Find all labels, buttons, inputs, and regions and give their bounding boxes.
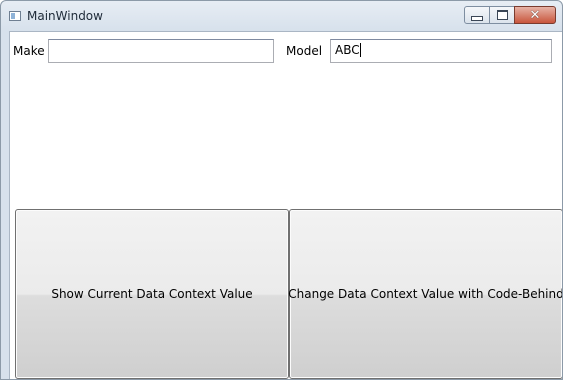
client-area: Make Model ABC Show Current Data Context… [9,31,563,379]
model-field[interactable]: ABC [330,39,552,63]
main-window: MainWindow ✕ Make Model ABC Show Current… [0,0,563,380]
show-current-value-label: Show Current Data Context Value [51,287,253,301]
minimize-icon [471,15,483,21]
close-icon: ✕ [529,7,541,23]
model-label: Model [286,44,323,58]
show-current-value-button[interactable]: Show Current Data Context Value [15,209,289,379]
close-button[interactable]: ✕ [514,6,556,24]
make-label: Make [13,44,45,58]
title-bar[interactable]: MainWindow ✕ [1,1,562,31]
window-app-icon[interactable] [9,11,21,21]
change-value-button[interactable]: Change Data Context Value with Code-Behi… [288,209,563,379]
model-field-value: ABC [335,43,360,57]
maximize-button[interactable] [489,6,515,24]
make-field[interactable] [48,39,274,63]
minimize-button[interactable] [464,6,490,24]
window-title: MainWindow [27,9,103,23]
caption-buttons: ✕ [464,6,556,24]
change-value-label: Change Data Context Value with Code-Behi… [288,287,563,301]
text-caret [359,43,361,57]
maximize-icon [496,10,508,20]
